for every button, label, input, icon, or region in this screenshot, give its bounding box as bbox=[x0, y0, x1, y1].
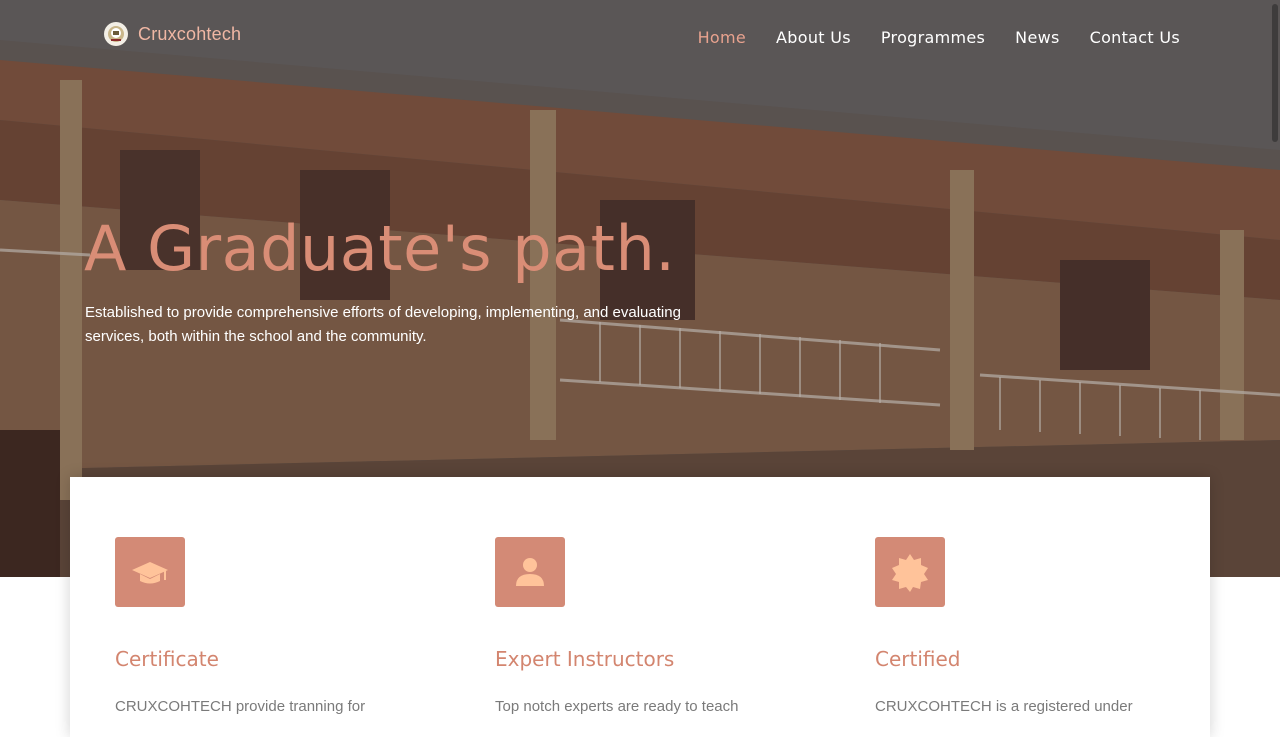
brand-name: Cruxcohtech bbox=[138, 23, 242, 44]
scrollbar[interactable] bbox=[1272, 4, 1278, 142]
feature-title: Certificate bbox=[115, 647, 219, 671]
nav-contact-us[interactable]: Contact Us bbox=[1090, 28, 1180, 47]
nav-programmes[interactable]: Programmes bbox=[881, 28, 985, 47]
graduation-cap-icon bbox=[115, 537, 185, 607]
feature-title: Expert Instructors bbox=[495, 647, 675, 671]
feature-text: CRUXCOHTECH is a registered under bbox=[875, 698, 1133, 715]
feature-certificate: Certificate CRUXCOHTECH provide tranning… bbox=[115, 537, 435, 719]
feature-certified: Certified CRUXCOHTECH is a registered un… bbox=[875, 537, 1195, 719]
hero-subtitle: Established to provide comprehensive eff… bbox=[85, 304, 681, 345]
feature-title: Certified bbox=[875, 647, 961, 671]
user-icon bbox=[495, 537, 565, 607]
features-card: Certificate CRUXCOHTECH provide tranning… bbox=[70, 477, 1210, 737]
brand-logo[interactable]: Cruxcohtech bbox=[104, 22, 241, 46]
nav-about-us[interactable]: About Us bbox=[776, 28, 851, 47]
certified-badge-icon bbox=[875, 537, 945, 607]
feature-text: CRUXCOHTECH provide tranning for bbox=[115, 698, 366, 715]
main-nav: Home About Us Programmes News Contact Us bbox=[698, 28, 1180, 47]
nav-news[interactable]: News bbox=[1015, 28, 1059, 47]
feature-text: Top notch experts are ready to teach bbox=[495, 698, 739, 715]
feature-expert-instructors: Expert Instructors Top notch experts are… bbox=[495, 537, 815, 719]
school-crest-icon bbox=[104, 22, 128, 46]
nav-home[interactable]: Home bbox=[698, 28, 746, 47]
hero-title: A Graduate's path. bbox=[84, 212, 676, 285]
